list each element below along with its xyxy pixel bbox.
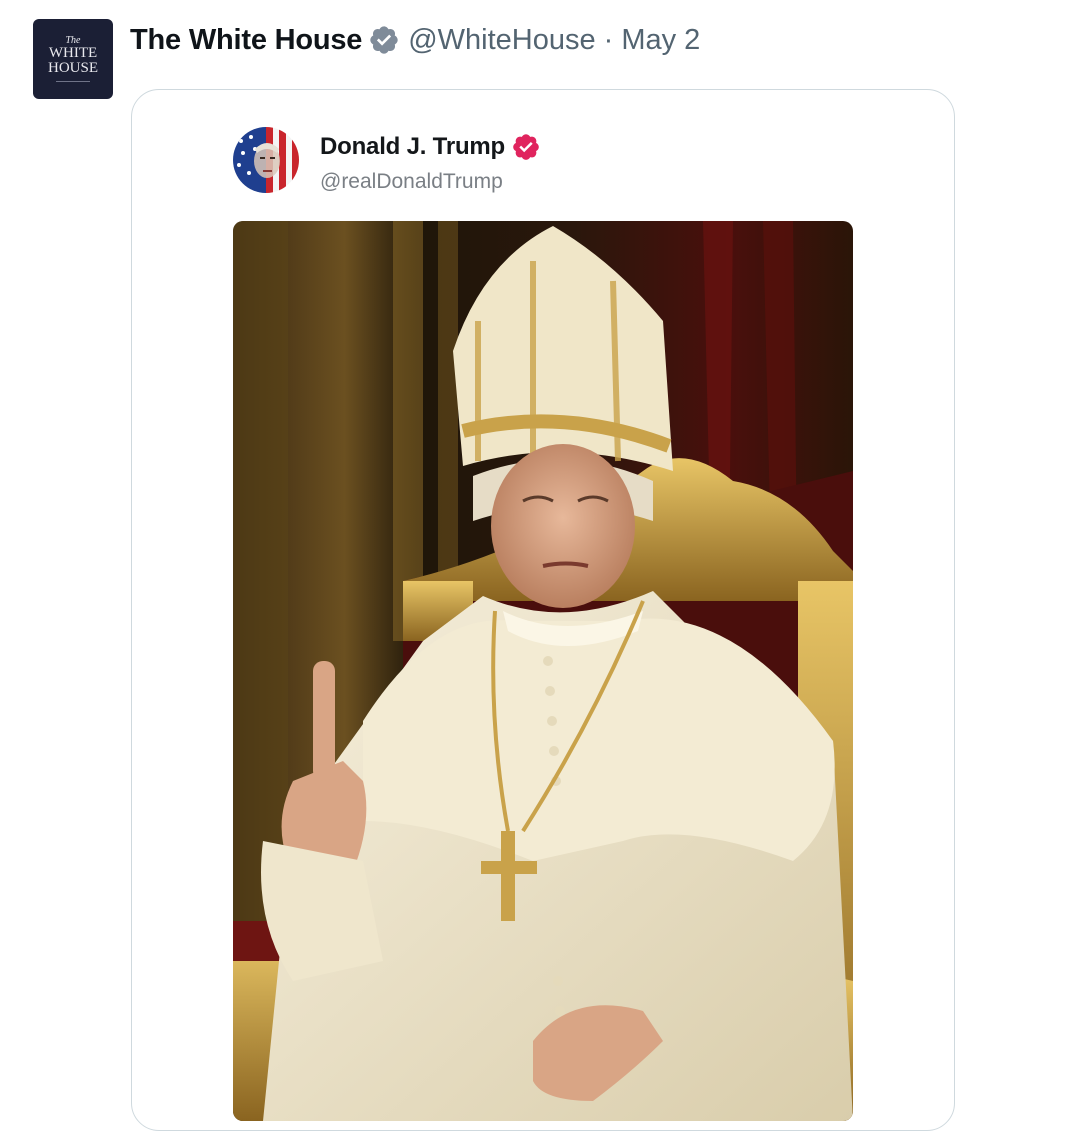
flag-portrait-avatar-icon (233, 127, 299, 193)
embedded-author-row: Donald J. Trump (320, 132, 541, 162)
tweet-date[interactable]: May 2 (621, 24, 700, 57)
tweet-header: The White House @WhiteHouse · May 2 (130, 22, 700, 58)
verified-badge-gray-icon[interactable] (368, 24, 400, 56)
pope-portrait-image[interactable] (233, 221, 853, 1121)
avatar-divider (56, 81, 90, 82)
verified-badge-red-icon (511, 132, 541, 162)
author-handle[interactable]: @WhiteHouse (408, 24, 595, 57)
embedded-handle: @realDonaldTrump (320, 170, 503, 193)
avatar-text-white: WHITE (48, 45, 98, 61)
author-display-name[interactable]: The White House (130, 24, 362, 57)
header-separator: · (603, 23, 614, 56)
media-card[interactable]: Donald J. Trump @realDonaldTrump (131, 89, 955, 1131)
white-house-avatar[interactable]: The WHITE HOUSE (33, 19, 113, 99)
embedded-display-name: Donald J. Trump (320, 133, 506, 160)
avatar-text-house: HOUSE (47, 60, 98, 76)
